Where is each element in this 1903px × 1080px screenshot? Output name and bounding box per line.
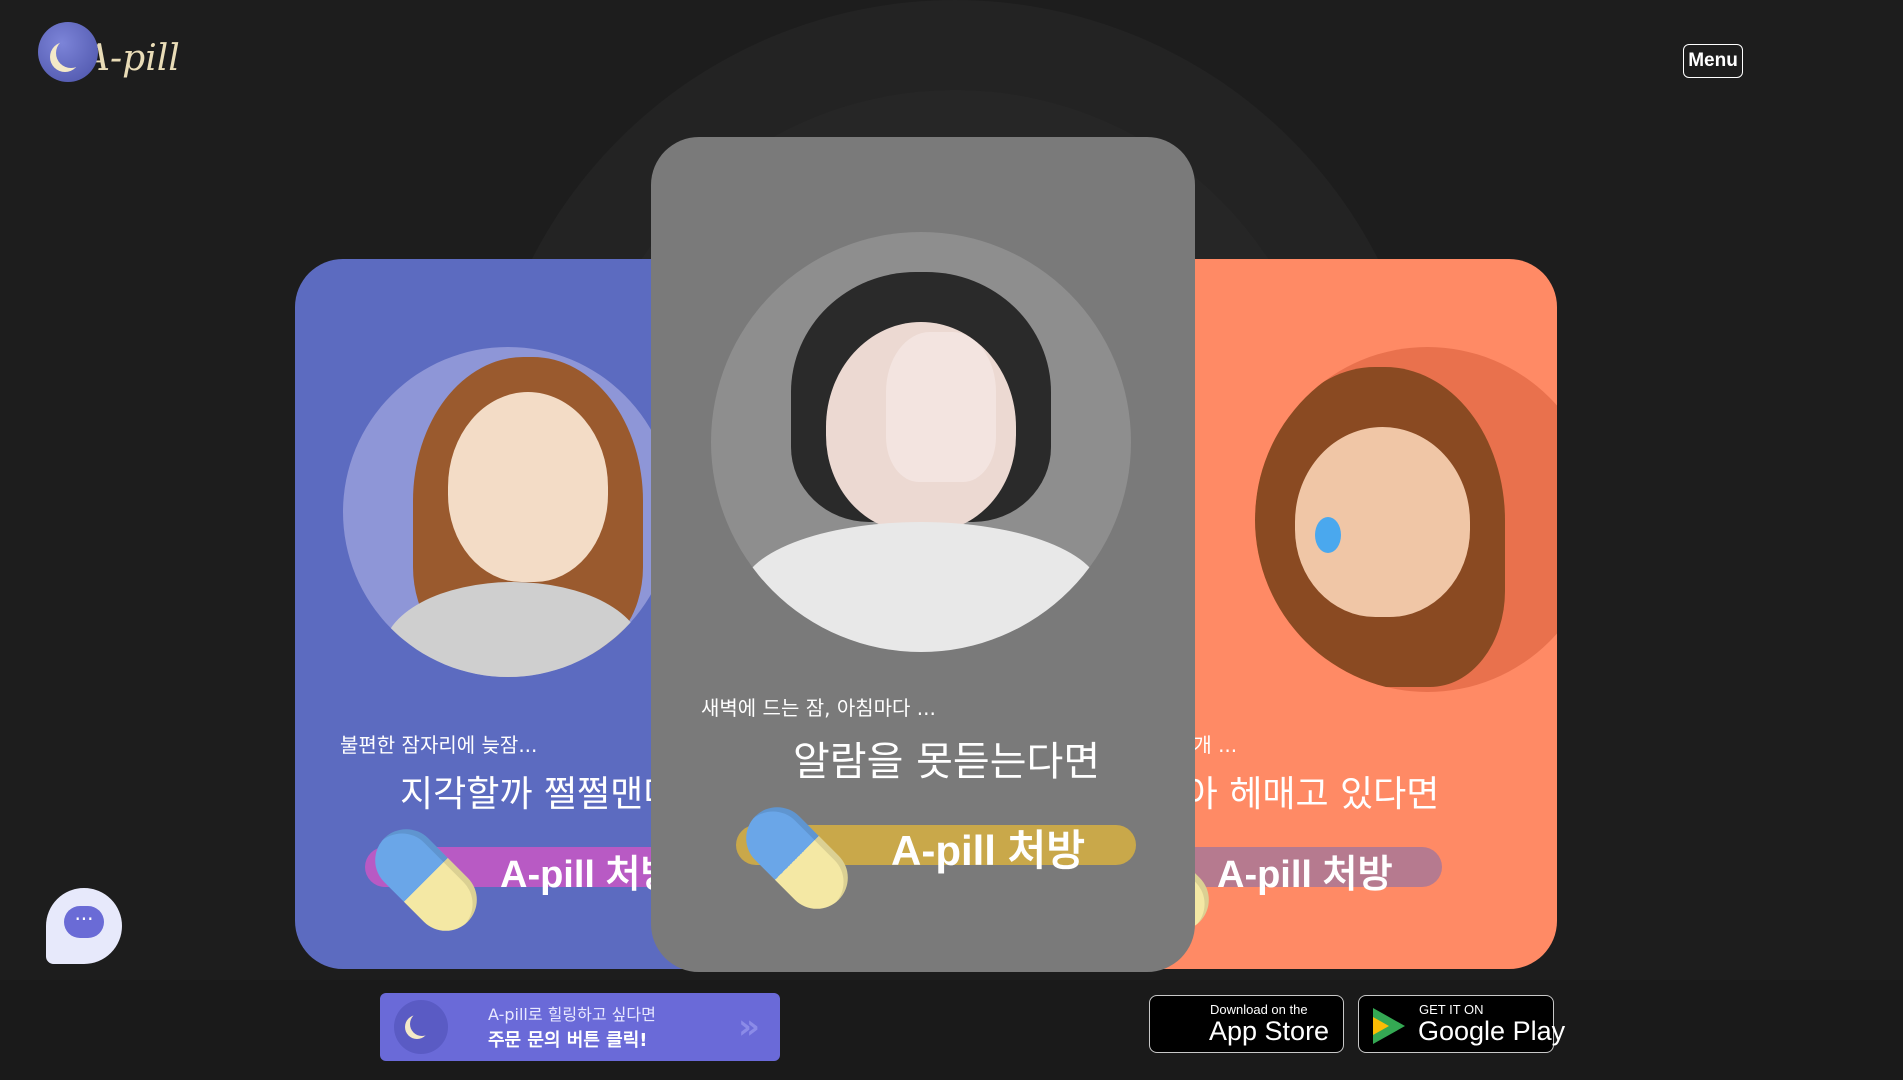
card-headline: 지각할까 쩔쩔맨다 — [400, 774, 677, 815]
bottom-bar — [0, 980, 1903, 1080]
chat-dots-icon: ··· — [64, 906, 104, 938]
avatar-circle — [711, 232, 1131, 652]
app-store-button[interactable]: Download on the App Store — [1149, 995, 1344, 1053]
moon-logo-icon — [38, 22, 98, 82]
pill-icon — [362, 816, 490, 944]
card-alarm[interactable]: 새벽에 드는 잠, 아침마다 ... 알람을 못듣는다면 A-pill 처방 — [651, 137, 1195, 972]
customer-chat-icon[interactable]: ··· — [46, 888, 122, 964]
logo[interactable]: A-pill — [38, 22, 180, 82]
app-store-big: App Store — [1209, 1016, 1330, 1046]
hand-icon — [886, 332, 996, 482]
app-store-small: Download on the — [1210, 1002, 1308, 1017]
menu-button[interactable]: Menu — [1683, 44, 1743, 78]
order-inquiry-button[interactable]: A-pill로 힐링하고 싶다면 주문 문의 버튼 클릭! » — [380, 993, 780, 1061]
card-subtitle: 새벽에 드는 잠, 아침마다 ... — [701, 696, 936, 720]
double-chevron-right-icon: » — [738, 1007, 760, 1047]
pill-icon — [733, 794, 861, 922]
moon-icon — [394, 1000, 448, 1054]
logo-text: A-pill — [84, 37, 180, 79]
order-line1: A-pill로 힐링하고 싶다면 — [488, 1005, 656, 1024]
rx-badge: A-pill 처방 — [733, 794, 1156, 922]
avatar-circle — [343, 347, 673, 677]
avatar-circle — [1255, 347, 1557, 692]
order-line2: 주문 문의 버튼 클릭! — [488, 1030, 648, 1051]
card-subtitle: 불편한 잠자리에 늦잠... — [340, 733, 538, 757]
google-play-button[interactable]: GET IT ON Google Play — [1358, 995, 1565, 1053]
google-play-small: GET IT ON — [1419, 1002, 1484, 1017]
google-play-big: Google Play — [1418, 1016, 1566, 1046]
tear-icon — [1315, 517, 1341, 553]
card-headline: 알람을 못듣는다면 — [793, 739, 1101, 785]
